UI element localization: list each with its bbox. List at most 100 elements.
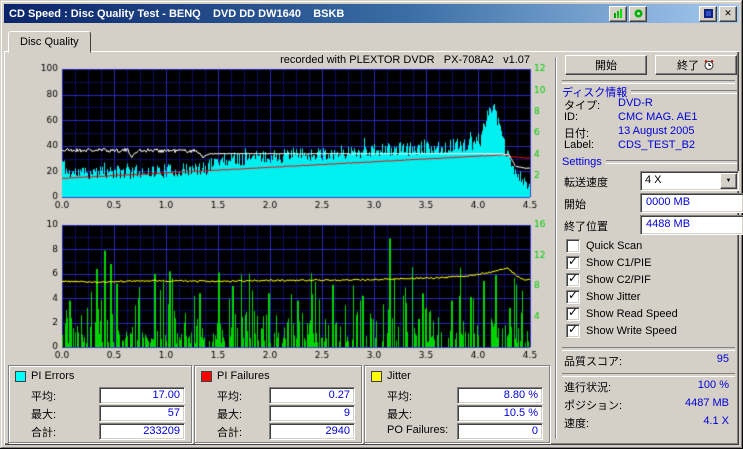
settings-header-row: Settings bbox=[562, 155, 737, 168]
pi-failures-title: PI Failures bbox=[217, 370, 270, 382]
stat-value-field: 57 bbox=[99, 405, 185, 422]
checkbox-show-read-speed[interactable]: Show Read Speed bbox=[566, 305, 737, 321]
stat-row-average: 平均: 17.00 bbox=[9, 387, 191, 404]
disc-id-label: ID: bbox=[564, 111, 579, 123]
disc-type-value: DVD-R bbox=[618, 97, 653, 109]
chevron-down-icon: ▼ bbox=[725, 178, 732, 184]
disc-type-row: タイプ: DVD-R bbox=[564, 97, 737, 112]
checkbox-show-c2-pif[interactable]: Show C2/PIF bbox=[566, 271, 737, 287]
pi-errors-panel: PI Errors 平均: 17.00 最大: 57 合計: 233209 bbox=[8, 365, 192, 443]
app-icon bbox=[703, 9, 713, 18]
tab-disc-quality[interactable]: Disc Quality bbox=[8, 31, 91, 53]
stat-row-max: 最大: 57 bbox=[9, 405, 191, 422]
combo-dropdown-button[interactable]: ▼ bbox=[720, 173, 737, 189]
disc-label-row: Label: CDS_TEST_B2 bbox=[564, 139, 737, 153]
checkbox-quick-scan[interactable]: Quick Scan bbox=[566, 239, 737, 253]
vertical-divider bbox=[555, 57, 557, 439]
speed-select[interactable]: 4 X ▼ bbox=[640, 171, 739, 191]
stat-label: 平均: bbox=[31, 391, 57, 403]
disc-id-row: ID: CMC MAG. AE1 bbox=[564, 111, 737, 125]
stat-label: 最大: bbox=[31, 409, 57, 421]
copy-graph-button[interactable] bbox=[609, 5, 627, 22]
progress-row: 進行状況: 100 % bbox=[564, 379, 729, 394]
position-value: 4487 MB bbox=[684, 397, 729, 409]
quality-score-label: 品質スコア: bbox=[564, 356, 623, 368]
speed-label: 転送速度 bbox=[564, 177, 608, 189]
stat-row-total: 合計: 2940 bbox=[195, 423, 361, 440]
checkbox-label: Quick Scan bbox=[586, 240, 643, 252]
checkbox-box bbox=[566, 305, 580, 321]
stat-value-field: 0 bbox=[457, 423, 543, 440]
current-speed-row: 速度: 4.1 X bbox=[564, 415, 729, 430]
end-position-label: 終了位置 bbox=[564, 221, 608, 233]
stat-row-max: 最大: 10.5 % bbox=[365, 405, 549, 422]
stat-row-max: 最大: 9 bbox=[195, 405, 361, 422]
speed-row: 転送速度 4 X ▼ bbox=[564, 171, 739, 191]
pi-errors-legend-swatch bbox=[15, 370, 26, 382]
tab-page: recorded with PLEXTOR DVDR PX-708A2 v1.0… bbox=[4, 51, 743, 445]
progress-value: 100 % bbox=[697, 379, 729, 391]
stat-value-field: 8.80 % bbox=[457, 387, 543, 404]
stat-label: 平均: bbox=[217, 391, 243, 403]
pi-failures-jitter-chart bbox=[8, 219, 556, 369]
disc-id-value: CMC MAG. AE1 bbox=[618, 111, 698, 123]
sidebar: 開始 終了 ディスク情報 タイプ: DVD-R ID: CMC MAG. AE1 日… bbox=[560, 53, 743, 443]
settings-header: Settings bbox=[562, 155, 602, 168]
save-graph-button[interactable] bbox=[629, 5, 647, 22]
disc-label-label: Label: bbox=[564, 139, 594, 151]
checkbox-label: Show Write Speed bbox=[586, 325, 677, 337]
stat-label: 最大: bbox=[217, 409, 243, 421]
help-button[interactable] bbox=[699, 5, 717, 22]
checkbox-box bbox=[566, 288, 580, 304]
stat-value-field: 9 bbox=[269, 405, 355, 422]
position-label: ポジション: bbox=[564, 400, 623, 412]
exit-button[interactable]: 終了 bbox=[655, 55, 737, 75]
clock-icon bbox=[704, 59, 714, 70]
stat-label: 合計: bbox=[217, 427, 243, 439]
checkbox-box bbox=[566, 271, 580, 287]
checkbox-box bbox=[566, 239, 580, 253]
speed-selected-value: 4 X bbox=[645, 174, 662, 186]
disc-icon bbox=[634, 9, 642, 18]
checkbox-show-c1-pie[interactable]: Show C1/PIE bbox=[566, 254, 737, 270]
end-position-value: 4488 MB bbox=[646, 218, 691, 230]
stat-row-average: 平均: 0.27 bbox=[195, 387, 361, 404]
stat-value-field: 17.00 bbox=[99, 387, 185, 404]
jitter-legend-swatch bbox=[371, 370, 382, 382]
start-button[interactable]: 開始 bbox=[565, 55, 647, 75]
checkbox-box bbox=[566, 322, 580, 338]
chart-icon bbox=[613, 9, 622, 18]
start-position-value: 0000 MB bbox=[646, 196, 691, 208]
disc-date-value: 13 August 2005 bbox=[618, 125, 695, 137]
start-position-field[interactable]: 0000 MB bbox=[640, 193, 743, 213]
stat-value-field: 2940 bbox=[269, 423, 355, 440]
checkbox-show-write-speed[interactable]: Show Write Speed bbox=[566, 322, 737, 338]
stat-label: PO Failures: bbox=[387, 424, 449, 436]
checkbox-label: Show Jitter bbox=[586, 291, 641, 303]
stat-label: 最大: bbox=[387, 409, 413, 421]
current-speed-label: 速度: bbox=[564, 418, 590, 430]
current-speed-value: 4.1 X bbox=[703, 415, 729, 427]
disc-date-row: 日付: 13 August 2005 bbox=[564, 125, 737, 140]
divider bbox=[562, 347, 735, 351]
app-window: CD Speed : Disc Quality Test - BENQ DVD … bbox=[0, 0, 743, 449]
checkbox-show-jitter[interactable]: Show Jitter bbox=[566, 288, 737, 304]
position-row: ポジション: 4487 MB bbox=[564, 397, 729, 412]
jitter-panel: Jitter 平均: 8.80 % 最大: 10.5 % PO Failures: 0 bbox=[364, 365, 550, 443]
pi-errors-title: PI Errors bbox=[31, 370, 75, 382]
close-button[interactable]: ✕ bbox=[719, 5, 737, 22]
titlebar[interactable]: CD Speed : Disc Quality Test - BENQ DVD … bbox=[4, 4, 739, 23]
stat-row-total: 合計: 233209 bbox=[9, 423, 191, 440]
tabstrip: Disc Quality bbox=[8, 31, 91, 53]
stat-row-po-failures: PO Failures: 0 bbox=[365, 423, 549, 440]
stat-value-field: 0.27 bbox=[269, 387, 355, 404]
window-title: CD Speed : Disc Quality Test - BENQ DVD … bbox=[9, 7, 345, 20]
start-position-row: 開始 0000 MB bbox=[564, 193, 743, 213]
disc-label-value: CDS_TEST_B2 bbox=[618, 139, 696, 151]
stat-value-field: 233209 bbox=[99, 423, 185, 440]
jitter-title: Jitter bbox=[387, 370, 411, 382]
stat-row-average: 平均: 8.80 % bbox=[365, 387, 549, 404]
quality-score-row: 品質スコア: 95 bbox=[564, 353, 729, 368]
end-position-field[interactable]: 4488 MB bbox=[640, 215, 743, 235]
end-position-row: 終了位置 4488 MB bbox=[564, 215, 743, 235]
